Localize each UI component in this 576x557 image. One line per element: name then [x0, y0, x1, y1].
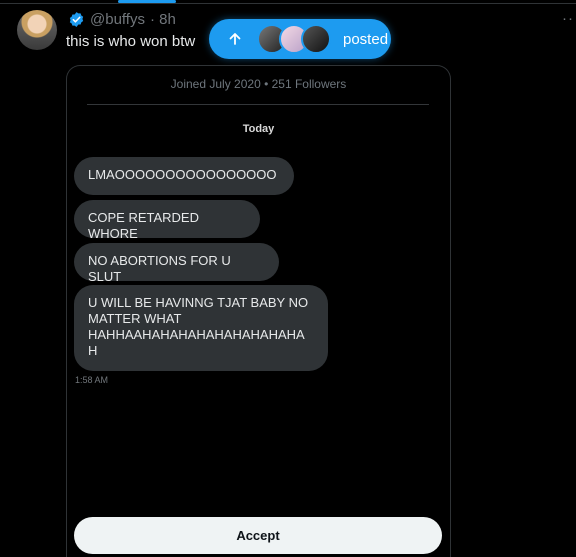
message-bubble: LMAOOOOOOOOOOOOOOOO — [74, 157, 294, 195]
tweet-header: @buffys · 8h — [68, 11, 176, 28]
top-border — [0, 0, 576, 4]
more-options-icon[interactable]: ·· — [562, 10, 574, 27]
message-bubble: NO ABORTIONS FOR U SLUT — [74, 243, 279, 284]
verified-badge-icon — [69, 12, 84, 27]
message-timestamp: 1:58 AM — [75, 375, 109, 385]
handle[interactable]: @buffys — [90, 11, 145, 28]
joined-info: Joined July 2020 • 251 Followers — [170, 77, 347, 91]
new-posts-button[interactable]: posted — [209, 19, 391, 59]
day-separator: Today — [242, 123, 275, 135]
tab-indicator — [118, 0, 176, 3]
message-bubble: U WILL BE HAVINNG TJAT BABY NO MATTER WH… — [74, 285, 328, 371]
poster-avatar — [301, 24, 331, 54]
avatar[interactable] — [17, 10, 57, 50]
accept-button[interactable]: Accept — [74, 517, 442, 554]
posted-label: posted — [343, 30, 389, 48]
poster-avatars — [257, 24, 331, 54]
tweet-text: this is who won btw — [66, 33, 196, 50]
message-bubble: COPE RETARDED WHORE — [74, 200, 260, 241]
arrow-up-icon — [229, 33, 241, 45]
dm-screenshot-card[interactable]: Joined July 2020 • 251 Followers Today L… — [66, 65, 451, 557]
timestamp[interactable]: · 8h — [150, 11, 176, 28]
divider — [87, 104, 429, 105]
